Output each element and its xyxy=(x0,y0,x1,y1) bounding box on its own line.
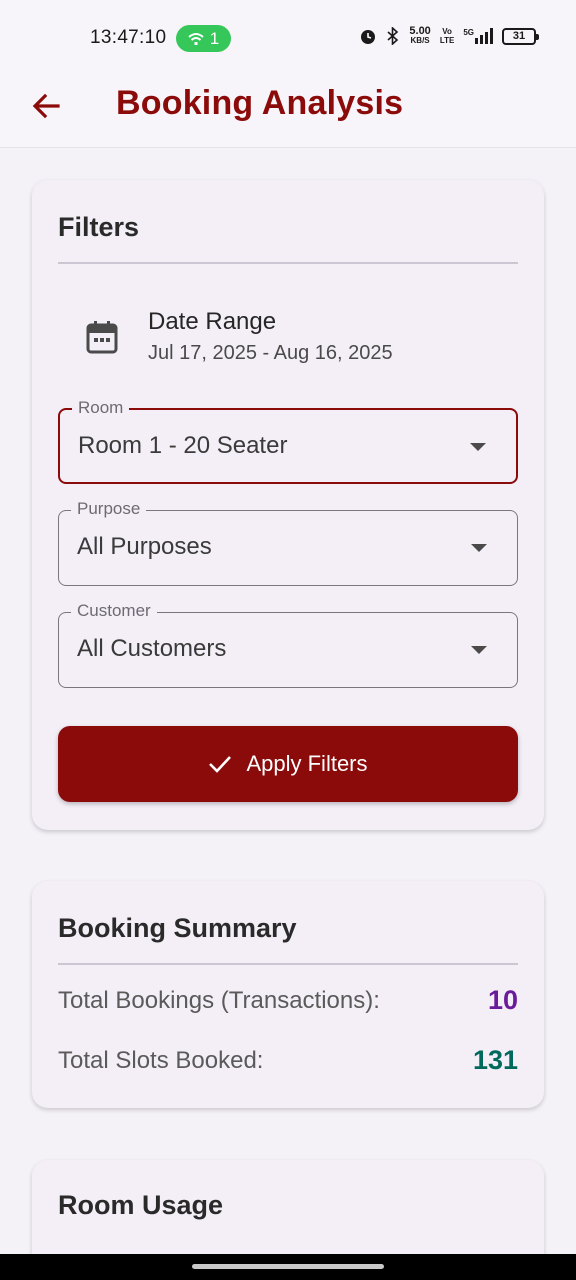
alarm-icon xyxy=(361,30,376,44)
purpose-dropdown[interactable]: Purpose All Purposes xyxy=(58,499,518,586)
bluetooth-icon xyxy=(387,27,399,45)
purpose-dropdown-value: All Purposes xyxy=(77,533,212,560)
total-slots-row: Total Slots Booked: 131 xyxy=(58,1043,518,1083)
apply-filters-label: Apply Filters xyxy=(246,751,368,776)
room-dropdown-value: Room 1 - 20 Seater xyxy=(78,432,288,459)
volte-indicator: Vo LTE xyxy=(439,27,455,45)
total-slots-value: 131 xyxy=(472,1045,518,1075)
total-bookings-row: Total Bookings (Transactions): 10 xyxy=(58,983,518,1023)
home-handle[interactable] xyxy=(192,1264,384,1269)
app-bar: Booking Analysis xyxy=(0,76,576,148)
signal-indicator: 5G xyxy=(463,28,493,44)
filters-card: Filters Date Range Jul 17, 2025 - Aug 16… xyxy=(32,180,544,830)
date-range-label: Date Range xyxy=(148,308,277,335)
chevron-down-icon xyxy=(471,646,487,654)
customer-dropdown[interactable]: Customer All Customers xyxy=(58,601,518,688)
net-speed: 5.00 KB/S xyxy=(409,25,431,46)
booking-summary-card: Booking Summary Total Bookings (Transact… xyxy=(32,881,544,1108)
date-range-value: Jul 17, 2025 - Aug 16, 2025 xyxy=(148,342,393,364)
status-time: 13:47:10 xyxy=(90,27,167,48)
wifi-icon xyxy=(188,32,204,45)
total-bookings-label: Total Bookings (Transactions): xyxy=(58,987,380,1014)
purpose-dropdown-label: Purpose xyxy=(71,499,147,519)
status-icons: 5.00 KB/S Vo LTE 5G 31 xyxy=(359,25,539,46)
system-nav-bar xyxy=(0,1254,576,1280)
room-dropdown[interactable]: Room Room 1 - 20 Seater xyxy=(58,398,518,484)
total-slots-label: Total Slots Booked: xyxy=(58,1047,264,1074)
room-usage-title: Room Usage xyxy=(58,1190,224,1220)
customer-dropdown-label: Customer xyxy=(71,601,157,621)
chevron-down-icon xyxy=(471,544,487,552)
divider xyxy=(58,262,518,264)
chevron-down-icon xyxy=(470,443,486,451)
filters-title: Filters xyxy=(58,212,140,242)
date-range-picker[interactable]: Date Range Jul 17, 2025 - Aug 16, 2025 xyxy=(58,294,518,374)
battery-indicator: 31 xyxy=(502,27,539,45)
total-bookings-value: 10 xyxy=(487,985,518,1015)
hotspot-count: 1 xyxy=(209,28,220,48)
page-title: Booking Analysis xyxy=(116,84,404,122)
summary-title: Booking Summary xyxy=(58,913,297,943)
customer-dropdown-value: All Customers xyxy=(77,635,227,662)
divider xyxy=(58,963,518,965)
check-icon xyxy=(209,756,232,773)
signal-bars-icon xyxy=(475,28,493,44)
status-bar: 13:47:10 1 5.00 KB/S Vo LTE 5G 31 xyxy=(0,0,576,76)
apply-filters-button[interactable]: Apply Filters xyxy=(58,726,518,802)
calendar-icon xyxy=(86,321,118,354)
room-dropdown-label: Room xyxy=(72,398,130,418)
hotspot-indicator: 1 xyxy=(176,25,231,52)
back-button[interactable] xyxy=(26,86,66,126)
arrow-left-icon xyxy=(32,93,60,119)
